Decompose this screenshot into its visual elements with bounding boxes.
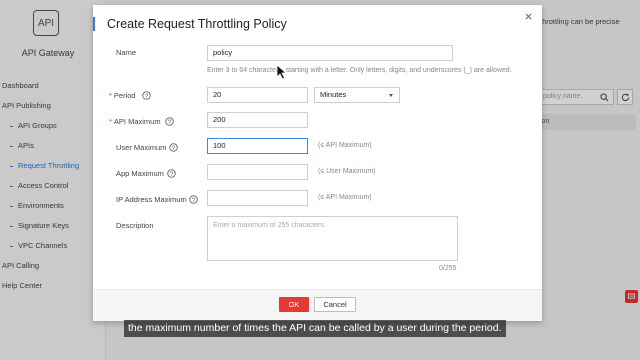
help-icon[interactable]: ? [165, 117, 174, 126]
description-field[interactable]: Enter a maximum of 255 characters. [207, 216, 458, 261]
user-maximum-field[interactable]: 100 [207, 138, 308, 154]
character-counter: 0/255 [439, 265, 457, 272]
ip-address-maximum-field[interactable] [207, 190, 308, 206]
ip-address-maximum-label: IP Address Maximum [116, 195, 187, 204]
help-icon[interactable]: ? [167, 169, 176, 178]
svg-text:?: ? [145, 93, 149, 100]
name-field[interactable]: policy [207, 45, 453, 61]
period-unit-select[interactable]: Minutes [314, 87, 400, 103]
app-maximum-label: App Maximum [116, 169, 164, 178]
user-maximum-label: User Maximum [116, 143, 167, 152]
help-icon[interactable]: ? [142, 91, 151, 100]
svg-text:?: ? [168, 119, 172, 126]
create-throttling-policy-dialog: Create Request Throttling Policy Name po… [93, 5, 542, 321]
help-icon[interactable]: ? [189, 195, 198, 204]
chevron-down-icon [389, 94, 393, 97]
svg-text:?: ? [170, 171, 174, 178]
video-caption: the maximum number of times the API can … [124, 320, 506, 337]
svg-text:?: ? [192, 197, 196, 204]
api-maximum-label: * API Maximum [109, 117, 161, 126]
api-maximum-field[interactable]: 200 [207, 112, 308, 128]
dialog-title: Create Request Throttling Policy [107, 17, 287, 31]
ip-address-maximum-hint: (≤ API Maximum) [318, 194, 372, 201]
ok-button[interactable]: OK [279, 297, 309, 312]
period-field[interactable]: 20 [207, 87, 308, 103]
user-maximum-hint: (≤ API Maximum) [318, 142, 372, 149]
cancel-button[interactable]: Cancel [314, 297, 356, 312]
period-label: * Period [109, 91, 136, 100]
app-maximum-field[interactable] [207, 164, 308, 180]
help-icon[interactable]: ? [169, 143, 178, 152]
required-mark: * [109, 117, 112, 126]
app-maximum-hint: (≤ User Maximum) [318, 168, 376, 175]
title-accent [93, 17, 95, 31]
close-icon[interactable] [523, 11, 533, 21]
required-mark: * [109, 91, 112, 100]
mouse-cursor-icon [276, 64, 287, 80]
description-label: Description [116, 221, 154, 230]
name-hint: Enter 3 to 64 characters, starting with … [207, 67, 512, 74]
name-label: Name [116, 48, 137, 57]
svg-text:?: ? [172, 145, 176, 152]
